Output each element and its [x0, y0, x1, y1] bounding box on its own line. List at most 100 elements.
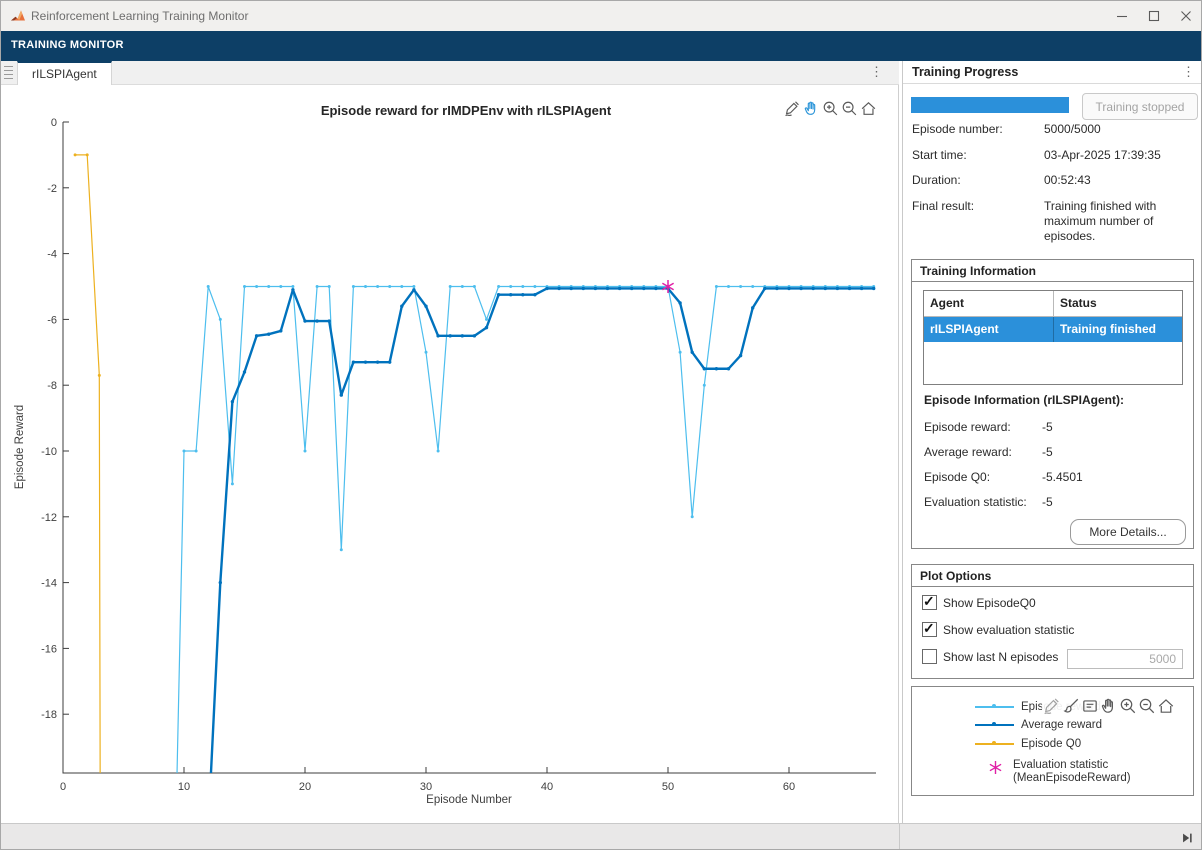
table-header-row: Agent Status [924, 291, 1182, 317]
checkbox-label: Show EpisodeQ0 [943, 596, 1036, 610]
field-value: -5 [1042, 420, 1053, 434]
average-reward-line-swatch [975, 724, 1014, 726]
panel-kebab-icon[interactable]: ⋮ [1182, 65, 1195, 79]
table-row[interactable]: rILSPIAgent Training finished [924, 317, 1182, 342]
svg-text:-2: -2 [47, 183, 57, 195]
status-bar [1, 823, 1202, 850]
document-tab-strip: rILSPIAgent ⋮ [1, 61, 899, 85]
tab-rilspiagent[interactable]: rILSPIAgent [17, 61, 112, 85]
legend-axes-toolbar [1042, 695, 1192, 716]
edit-plot-icon[interactable] [1042, 696, 1061, 715]
svg-text:50: 50 [662, 781, 674, 793]
zoom-out-icon[interactable] [840, 99, 859, 118]
agent-cell: rILSPIAgent [924, 317, 1054, 342]
maximize-button[interactable] [1139, 5, 1169, 27]
zoom-out-icon[interactable] [1137, 696, 1156, 715]
training-stopped-button[interactable]: Training stopped [1082, 93, 1198, 120]
legend-entry-average-reward[interactable]: Average reward [912, 718, 1102, 732]
close-button[interactable] [1171, 5, 1201, 27]
svg-text:0: 0 [60, 781, 66, 793]
edit-plot-icon[interactable] [783, 99, 802, 118]
field-value: 03-Apr-2025 17:39:35 [1044, 148, 1196, 163]
episode-q0-line-swatch [975, 743, 1014, 745]
progress-fill [911, 97, 1069, 113]
panel-title: Training Progress [912, 65, 1018, 79]
zoom-in-icon[interactable] [1118, 696, 1137, 715]
field-value: 00:52:43 [1044, 173, 1196, 188]
brush-icon[interactable] [1061, 696, 1080, 715]
field-value: -5 [1042, 495, 1053, 509]
training-progress-bar [911, 97, 1069, 113]
restore-view-icon[interactable] [1156, 696, 1175, 715]
svg-text:-12: -12 [41, 512, 57, 524]
last-n-episodes-input[interactable] [1067, 649, 1183, 669]
minimize-button[interactable] [1107, 5, 1137, 27]
chart-series [74, 153, 876, 823]
plot-options-title: Plot Options [912, 565, 1193, 587]
chart-panel: Episode reward for rIMDPEnv with rILSPIA… [1, 85, 899, 823]
data-tips-icon[interactable] [1080, 696, 1099, 715]
svg-text:-16: -16 [41, 643, 57, 655]
skip-to-end-icon[interactable] [1180, 831, 1194, 850]
show-evaluation-statistic-row[interactable]: ✓ Show evaluation statistic [922, 621, 1074, 638]
field-label: Evaluation statistic: [924, 495, 1027, 509]
legend-entry-evaluation-statistic[interactable]: Evaluation statistic (MeanEpisodeReward) [912, 763, 1003, 777]
legend-label: Evaluation statistic (MeanEpisodeReward) [1013, 759, 1163, 785]
restore-view-icon[interactable] [859, 99, 878, 118]
svg-text:-4: -4 [47, 249, 57, 261]
field-value: -5.4501 [1042, 470, 1083, 484]
tab-label: rILSPIAgent [32, 67, 97, 81]
svg-text:-14: -14 [41, 578, 57, 590]
episode-reward-line-swatch [975, 706, 1014, 708]
field-value: -5 [1042, 445, 1053, 459]
tab-strip-kebab-icon[interactable]: ⋮ [870, 65, 883, 79]
more-details-button[interactable]: More Details... [1070, 519, 1186, 545]
svg-text:-6: -6 [47, 314, 57, 326]
axes-toolbar [783, 97, 878, 119]
field-value: 5000/5000 [1044, 122, 1196, 137]
episode-information-title: Episode Information (rILSPIAgent): [924, 393, 1124, 407]
legend-label: Episode Q0 [1021, 738, 1081, 750]
evaluation-statistic-asterisk-swatch [988, 760, 1003, 780]
training-information-box: Training Information Agent Status rILSPI… [911, 259, 1194, 549]
show-episodeq0-checkbox[interactable]: ✓ [922, 595, 937, 610]
status-cell: Training finished [1054, 317, 1182, 342]
svg-text:-8: -8 [47, 380, 57, 392]
matlab-logo-icon [10, 8, 26, 24]
chart-xlabel: Episode Number [426, 794, 512, 806]
show-episodeq0-row[interactable]: ✓ Show EpisodeQ0 [922, 594, 1036, 611]
show-last-n-episodes-row[interactable]: Show last N episodes [922, 648, 1058, 665]
ribbon: TRAINING MONITOR [1, 31, 1202, 61]
chart-axes: 01020304050600-2-4-6-8-10-12-14-16-18 [41, 117, 876, 793]
field-label: Episode reward: [924, 420, 1011, 434]
training-information-title: Training Information [912, 260, 1193, 282]
checkbox-label: Show evaluation statistic [943, 623, 1074, 637]
field-label: Final result: [912, 199, 974, 213]
checkbox-label: Show last N episodes [943, 650, 1058, 664]
app-window: Reinforcement Learning Training Monitor … [0, 0, 1202, 850]
field-label: Episode Q0: [924, 470, 990, 484]
zoom-in-icon[interactable] [821, 99, 840, 118]
legend-entry-episode-q0[interactable]: Episode Q0 [912, 737, 1081, 751]
legend-label: Average reward [1021, 719, 1102, 731]
field-label: Episode number: [912, 122, 1003, 136]
chart-ylabel: Episode Reward [14, 405, 26, 489]
ribbon-tab-training-monitor[interactable]: TRAINING MONITOR [11, 39, 124, 51]
reward-chart[interactable]: Episode reward for rIMDPEnv with rILSPIA… [1, 85, 898, 823]
svg-text:20: 20 [299, 781, 311, 793]
panel-header: Training Progress ⋮ [903, 61, 1202, 84]
pan-icon[interactable] [1099, 696, 1118, 715]
pan-icon[interactable] [802, 99, 821, 118]
show-last-n-episodes-checkbox[interactable] [922, 649, 937, 664]
field-label: Duration: [912, 173, 961, 187]
panel-grip-icon[interactable] [4, 66, 13, 79]
svg-text:-18: -18 [41, 709, 57, 721]
column-agent: Agent [924, 291, 1054, 316]
agent-status-table[interactable]: Agent Status rILSPIAgent Training finish… [923, 290, 1183, 385]
titlebar: Reinforcement Learning Training Monitor [1, 1, 1202, 32]
field-label: Start time: [912, 148, 967, 162]
show-evaluation-statistic-checkbox[interactable]: ✓ [922, 622, 937, 637]
svg-text:0: 0 [51, 117, 57, 129]
column-status: Status [1054, 291, 1182, 316]
panel-divider [899, 823, 900, 850]
